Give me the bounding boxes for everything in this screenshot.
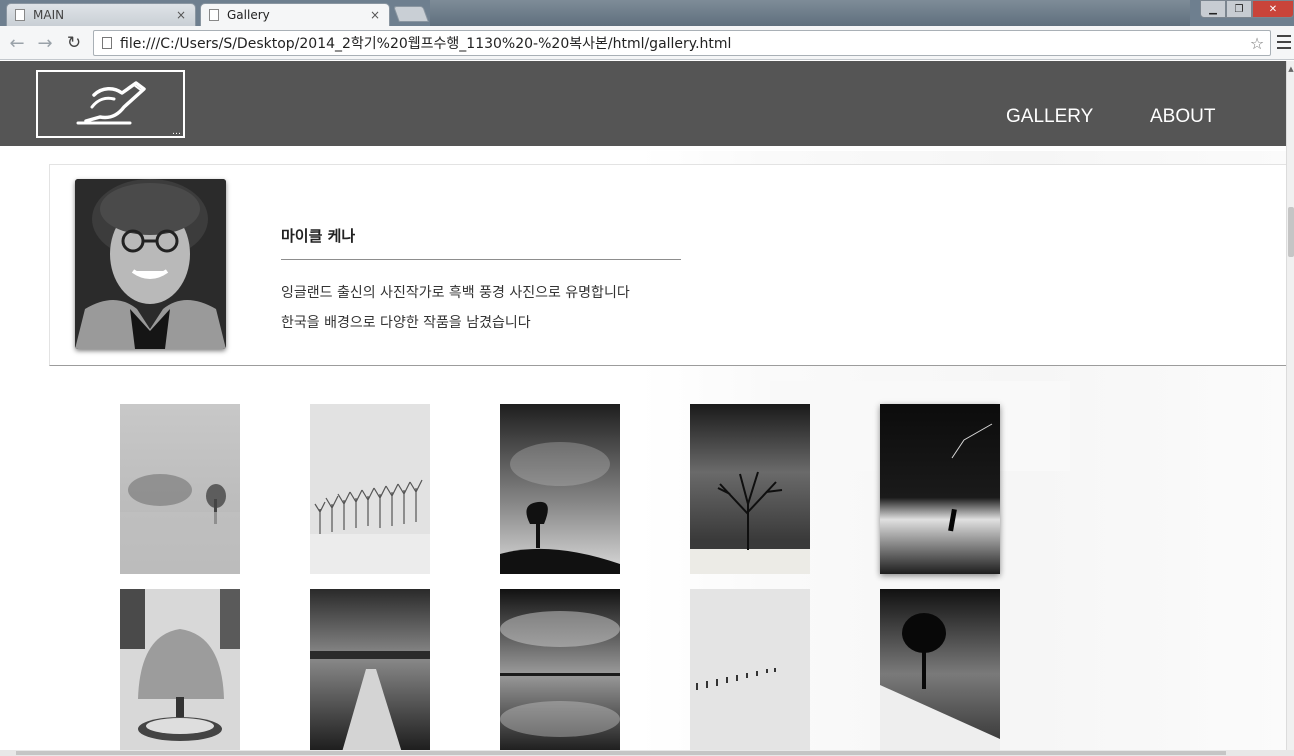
bookmark-star-icon[interactable]: ☆	[1244, 34, 1270, 53]
gallery-thumb-fence-in-snow[interactable]	[690, 589, 810, 756]
address-bar[interactable]: file:///C:/Users/S/Desktop/2014_2학기%20웹프…	[93, 30, 1271, 56]
page-icon	[102, 37, 112, 49]
page-icon	[209, 9, 219, 21]
new-tab-button[interactable]	[393, 6, 429, 22]
gallery-thumb-pier-lake[interactable]	[310, 589, 430, 756]
nav-about-link[interactable]: ABOUT	[1150, 106, 1215, 128]
horizontal-scrollbar[interactable]	[0, 750, 1294, 756]
gallery-thumb-post-in-water[interactable]	[880, 404, 1000, 574]
profile-card: 마이클 케나 잉글랜드 출신의 사진작가로 흑백 풍경 사진으로 유명합니다 한…	[49, 164, 1286, 366]
tab-label: MAIN	[33, 8, 65, 22]
scrollbar-thumb[interactable]	[1288, 207, 1294, 257]
close-tab-icon[interactable]: ×	[175, 8, 187, 22]
scroll-up-icon[interactable]: ▲	[1287, 65, 1294, 73]
vertical-scrollbar[interactable]: ▲	[1286, 61, 1294, 756]
tab-label: Gallery	[227, 8, 270, 22]
gallery-thumb-snow-tree-row[interactable]	[310, 404, 430, 574]
gallery-thumb-windswept-tree[interactable]	[500, 404, 620, 574]
gallery-thumb-bare-tree-snow[interactable]	[690, 404, 810, 574]
bio-line: 잉글랜드 출신의 사진작가로 흑백 풍경 사진으로 유명합니다	[281, 285, 630, 301]
page-icon	[15, 9, 25, 21]
close-window-button[interactable]: ✕	[1252, 0, 1294, 18]
tab-strip: MAIN × Gallery × ▁ ❐ ✕	[0, 0, 1294, 26]
minimize-button[interactable]: ▁	[1200, 0, 1226, 18]
maximize-button[interactable]: ❐	[1226, 0, 1252, 18]
gallery-thumb-misty-trees[interactable]	[120, 404, 240, 574]
nav-gallery-link[interactable]: GALLERY	[1006, 106, 1093, 128]
tab-gallery[interactable]: Gallery ×	[200, 3, 390, 26]
browser-toolbar: ← → ↻ file:///C:/Users/S/Desktop/2014_2학…	[0, 26, 1294, 60]
back-button[interactable]: ←	[6, 32, 28, 54]
gallery-thumb-cloud-reflection[interactable]	[500, 589, 620, 756]
photographer-name: 마이클 케나	[281, 227, 356, 245]
logo-dots: …	[172, 127, 181, 137]
tab-main[interactable]: MAIN ×	[6, 3, 196, 26]
scrollbar-thumb[interactable]	[16, 751, 1226, 755]
forward-button[interactable]: →	[34, 32, 56, 54]
close-tab-icon[interactable]: ×	[369, 8, 381, 22]
site-header: … GALLERY ABOUT	[0, 61, 1286, 146]
bio-line: 한국을 배경으로 다양한 작품을 남겼습니다	[281, 315, 531, 331]
page-viewport: … GALLERY ABOUT 마이클 케나 잉글랜드 출신의 사진작가로 흑백…	[0, 61, 1286, 756]
gallery-thumb-pine-tree-hill[interactable]	[880, 589, 1000, 756]
site-logo[interactable]: …	[36, 70, 185, 138]
divider	[281, 259, 681, 260]
reload-button[interactable]: ↻	[63, 32, 85, 54]
profile-photo	[75, 179, 226, 349]
pen-writing-icon	[76, 81, 146, 125]
url-text[interactable]: file:///C:/Users/S/Desktop/2014_2학기%20웹프…	[120, 33, 1244, 53]
gallery-thumb-snow-covered-tree[interactable]	[120, 589, 240, 756]
desktop-background	[430, 0, 1190, 26]
browser-menu-icon[interactable]	[1277, 35, 1291, 51]
